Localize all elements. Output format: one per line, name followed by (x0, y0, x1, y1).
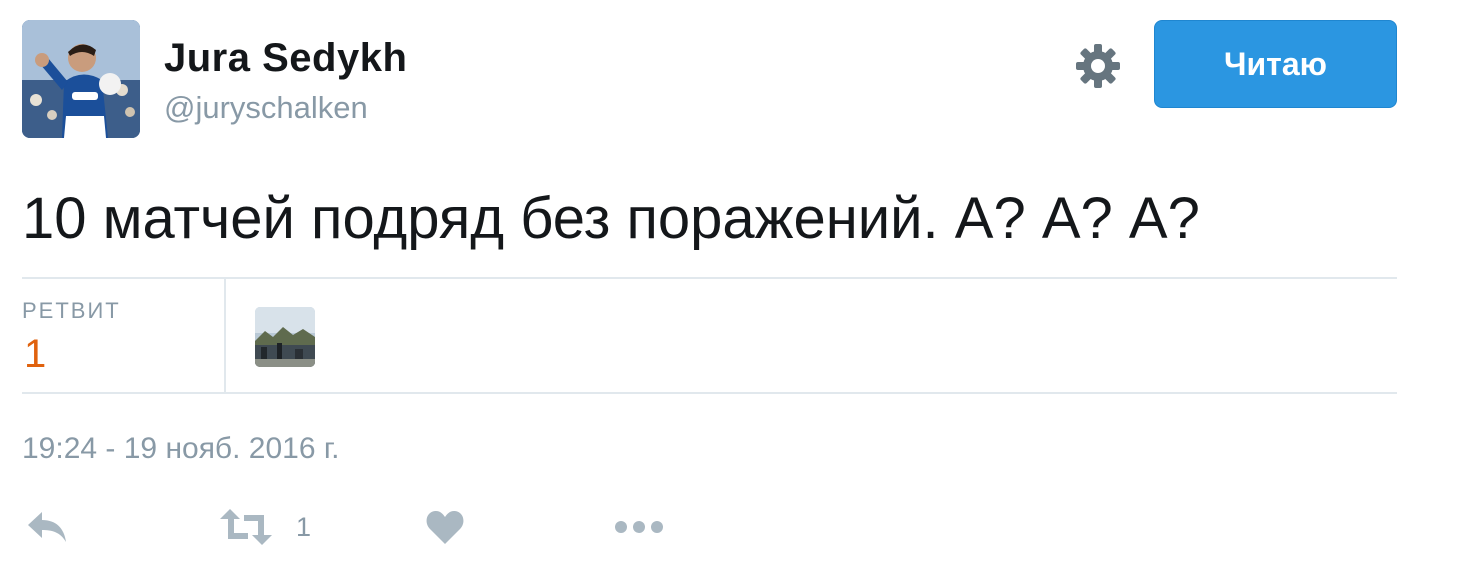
tweet-timestamp[interactable]: 19:24 - 19 нояб. 2016 г. (22, 432, 339, 466)
retweet-icon (220, 509, 272, 545)
reply-icon (26, 510, 68, 544)
retweet-count: 1 (296, 511, 312, 542)
retweets-count[interactable]: 1 (24, 332, 46, 376)
gear-icon[interactable] (1074, 42, 1122, 90)
more-dots-icon (614, 519, 664, 535)
retweet-button[interactable]: 1 (220, 504, 311, 550)
author-handle[interactable]: @juryschalken (164, 90, 368, 126)
following-button[interactable]: Читаю (1154, 20, 1397, 108)
tweet-card: Jura Sedykh @juryschalken Читаю 10 матче… (22, 18, 1397, 558)
divider (22, 392, 1397, 394)
divider (22, 277, 1397, 279)
retweets-label: РЕТВИТ (22, 298, 121, 323)
author-avatar[interactable] (22, 20, 140, 138)
more-button[interactable] (614, 504, 664, 550)
author-display-name[interactable]: Jura Sedykh (164, 36, 407, 80)
retweeter-avatar[interactable] (255, 307, 315, 367)
tweet-text: 10 матчей подряд без поражений. А? А? А? (22, 186, 1200, 251)
like-button[interactable] (426, 504, 464, 550)
heart-icon (426, 510, 464, 544)
reply-button[interactable] (26, 504, 68, 550)
stats-separator (224, 279, 226, 392)
